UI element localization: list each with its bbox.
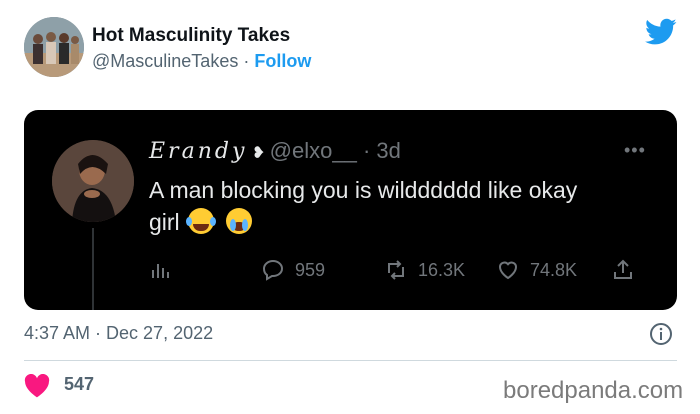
- watermark: boredpanda.com: [503, 377, 684, 404]
- reply-count: 959: [295, 259, 326, 280]
- tweet-text-line-2: girl: [149, 206, 649, 238]
- twitter-bird-icon[interactable]: [645, 18, 677, 46]
- info-icon[interactable]: [649, 322, 673, 346]
- heart-icon[interactable]: [24, 374, 50, 398]
- author-handle-row: @MasculineTakes · Follow: [92, 51, 311, 72]
- author-name[interactable]: Hot Masculinity Takes: [92, 25, 290, 47]
- reply-icon: [262, 259, 284, 281]
- embedded-author-name: Erandy: [149, 139, 248, 164]
- thread-line: [92, 228, 94, 310]
- loudly-crying-face-icon: [226, 208, 253, 234]
- author-avatar[interactable]: [24, 17, 84, 77]
- follow-button[interactable]: Follow: [254, 51, 311, 71]
- tweet-text-line: A man blocking you is wildddddd like oka…: [149, 177, 578, 203]
- portrait-photo-icon: [52, 140, 134, 222]
- like-count-total[interactable]: 547: [64, 374, 94, 395]
- butterfly-icon: ❥: [247, 145, 270, 162]
- group-photo-icon: [24, 17, 84, 77]
- author-handle[interactable]: @MasculineTakes: [92, 51, 238, 71]
- more-options-icon: •••: [624, 140, 646, 160]
- tweet-text-word: girl: [149, 209, 180, 235]
- tweet-timestamp[interactable]: 4:37 AM · Dec 27, 2022: [24, 323, 213, 344]
- like-count: 74.8K: [530, 259, 578, 280]
- embedded-tweet-image: Erandy ❥ @elxo__ · 3d ••• A man blocking…: [24, 110, 677, 310]
- separator-dot: ·: [362, 138, 371, 163]
- embedded-tweet-actions: 959 16.3K 74.8K: [149, 255, 649, 285]
- tweet-header: Hot Masculinity Takes @MasculineTakes · …: [0, 0, 700, 100]
- face-with-tears-of-joy-icon: [186, 208, 217, 234]
- like-stat: 74.8K: [496, 255, 577, 285]
- retweet-count: 16.3K: [418, 259, 466, 280]
- embedded-author-avatar: [52, 140, 134, 222]
- retweet-icon: [388, 260, 404, 280]
- embedded-author-handle: @elxo__: [269, 138, 357, 163]
- tweet-age: 3d: [376, 138, 401, 163]
- like-icon: [498, 261, 518, 280]
- divider: [24, 360, 677, 361]
- embedded-tweet-text: A man blocking you is wildddddd like oka…: [149, 174, 649, 238]
- reply-stat: 959: [261, 255, 325, 285]
- retweet-stat: 16.3K: [384, 255, 465, 285]
- embedded-tweet-header: Erandy ❥ @elxo__ · 3d: [149, 138, 401, 164]
- analytics-icon: [149, 255, 183, 285]
- share-icon: [611, 255, 645, 285]
- separator-dot: ·: [243, 51, 250, 71]
